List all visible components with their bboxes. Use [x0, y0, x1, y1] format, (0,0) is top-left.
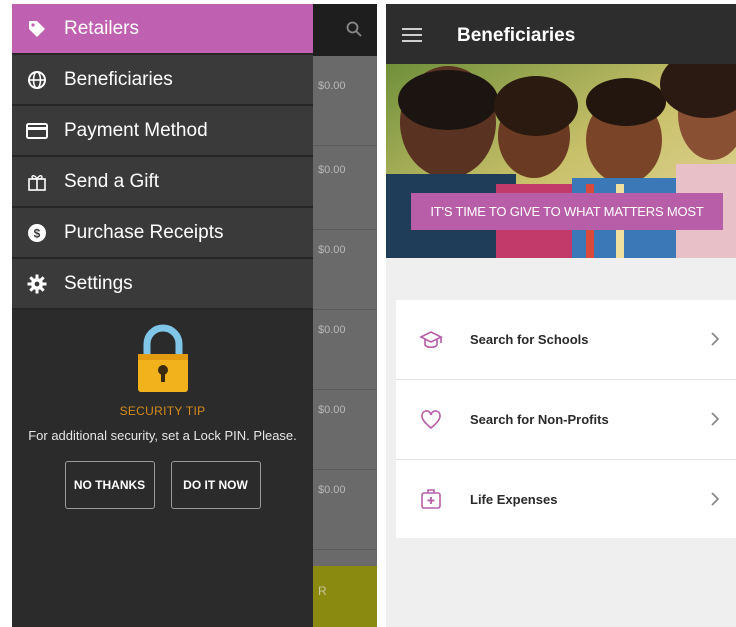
row-label: Search for Schools	[470, 332, 589, 347]
svg-text:$: $	[34, 226, 41, 240]
menu-item-retailers[interactable]: Retailers	[12, 4, 313, 55]
menu-icon[interactable]	[402, 28, 422, 42]
heart-icon	[418, 407, 444, 433]
chevron-right-icon	[711, 492, 720, 506]
search-schools-item[interactable]: Search for Schools	[396, 300, 736, 380]
gear-icon	[26, 273, 48, 295]
do-it-now-button[interactable]: DO IT NOW	[170, 461, 261, 509]
navigation-drawer: Retailers Beneficiaries Payment Method S…	[12, 4, 313, 627]
medical-bag-icon	[418, 486, 444, 512]
amount-text: $0.00	[318, 244, 346, 256]
background-row: $0.00	[312, 394, 377, 470]
menu-item-beneficiaries[interactable]: Beneficiaries	[12, 55, 313, 106]
beneficiary-options: Search for Schools Search for Non-Profit…	[396, 300, 736, 538]
menu-item-send-a-gift[interactable]: Send a Gift	[12, 157, 313, 208]
menu-item-label: Payment Method	[64, 119, 208, 141]
background-row: $0.00	[312, 234, 377, 310]
credit-card-icon	[26, 120, 48, 142]
graduation-cap-icon	[418, 327, 444, 353]
menu-item-label: Retailers	[64, 17, 139, 39]
menu-item-label: Beneficiaries	[64, 68, 173, 90]
chevron-right-icon	[711, 332, 720, 346]
menu-item-purchase-receipts[interactable]: $ Purchase Receipts	[12, 208, 313, 259]
background-bottom-bar: R	[312, 566, 377, 627]
dollar-circle-icon: $	[26, 222, 48, 244]
no-thanks-button[interactable]: NO THANKS	[64, 461, 155, 509]
security-tip-message: For additional security, set a Lock PIN.…	[28, 428, 297, 443]
menu-item-label: Settings	[64, 272, 133, 294]
menu-item-payment-method[interactable]: Payment Method	[12, 106, 313, 157]
menu-item-label: Purchase Receipts	[64, 221, 224, 243]
security-tip-panel: SECURITY TIP For additional security, se…	[12, 322, 313, 509]
search-icon[interactable]	[345, 20, 363, 38]
amount-text: $0.00	[318, 164, 346, 176]
page-title: Beneficiaries	[457, 25, 576, 46]
app-bar: Beneficiaries	[386, 4, 736, 64]
background-row: $0.00	[312, 474, 377, 550]
promo-banner: IT'S TIME TO GIVE TO WHAT MATTERS MOST	[411, 193, 723, 230]
row-label: Search for Non-Profits	[470, 412, 609, 427]
menu-item-settings[interactable]: Settings	[12, 259, 313, 310]
amount-text: $0.00	[318, 324, 346, 336]
background-toolbar	[312, 4, 377, 56]
amount-text: $0.00	[318, 484, 346, 496]
security-tip-actions: NO THANKS DO IT NOW	[12, 461, 313, 509]
chevron-right-icon	[711, 412, 720, 426]
search-non-profits-item[interactable]: Search for Non-Profits	[396, 380, 736, 460]
background-row: $0.00	[312, 314, 377, 390]
background-row: $0.00	[312, 154, 377, 230]
bottom-bar-text: R	[318, 584, 327, 598]
right-screen: Beneficiaries IT'S TIME TO GIVE TO WHAT …	[386, 4, 736, 627]
security-tip-title: SECURITY TIP	[119, 404, 206, 418]
hero-image: IT'S TIME TO GIVE TO WHAT MATTERS MOST	[386, 64, 736, 258]
row-label: Life Expenses	[470, 491, 558, 507]
menu-item-label: Send a Gift	[64, 170, 160, 192]
lock-icon	[133, 322, 193, 394]
background-row: $0.00	[312, 70, 377, 146]
life-expenses-item[interactable]: Life Expenses	[396, 460, 736, 538]
left-screen: $0.00 $0.00 $0.00 $0.00 $0.00 $0.00 R Re…	[12, 4, 377, 627]
amount-text: $0.00	[318, 404, 346, 416]
amount-text: $0.00	[318, 80, 346, 92]
tag-icon	[26, 18, 48, 40]
globe-icon	[26, 69, 48, 91]
gift-icon	[26, 171, 48, 193]
